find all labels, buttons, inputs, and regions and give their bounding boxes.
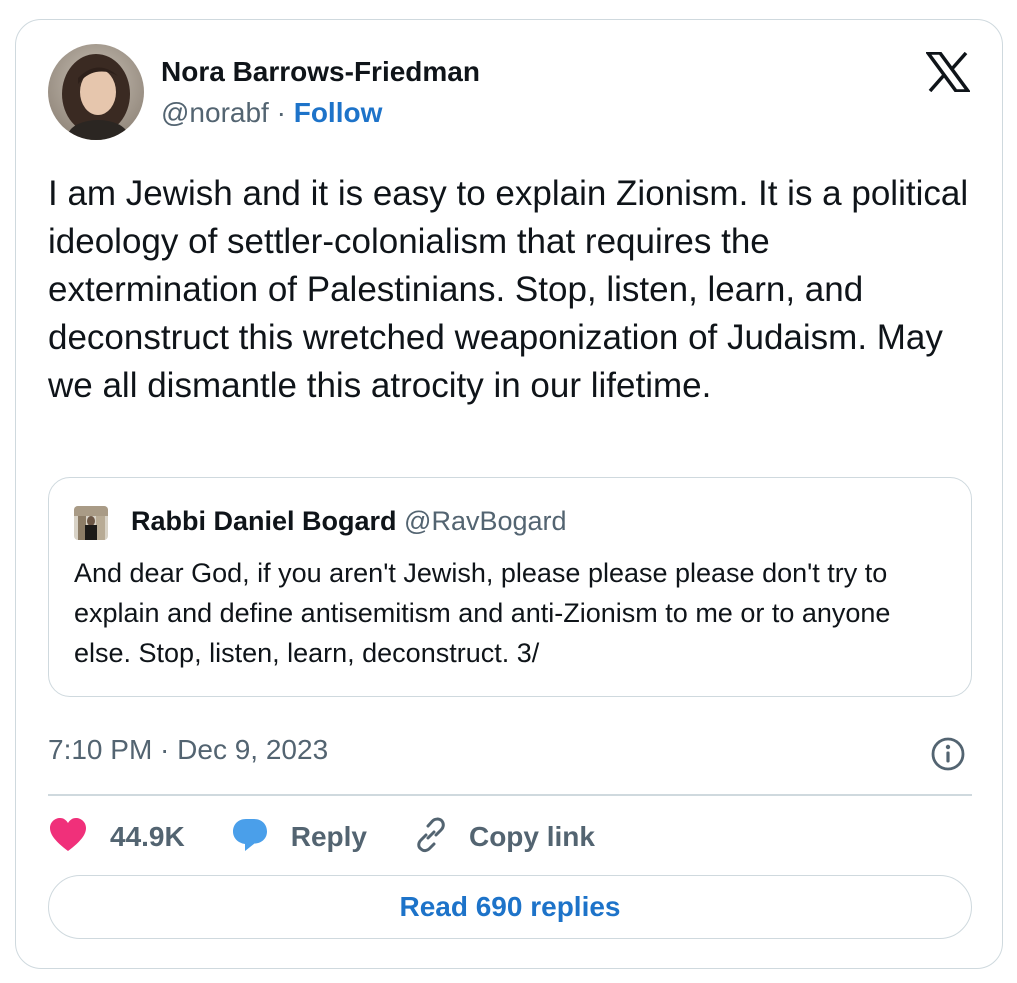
quoted-header: Rabbi Daniel Bogard @RavBogard [131, 506, 567, 537]
action-bar: 44.9K Reply Copy link [48, 812, 595, 862]
tweet-card: Nora Barrows-Friedman @norabf · Follow I… [15, 19, 1003, 969]
copy-link-button[interactable]: Copy link [413, 817, 595, 858]
speech-bubble-icon [231, 816, 269, 859]
divider [48, 794, 972, 796]
author-meta: @norabf · Follow [161, 97, 382, 129]
reply-button[interactable]: Reply [231, 816, 367, 859]
x-logo-icon[interactable] [924, 51, 972, 93]
link-icon [413, 817, 449, 858]
meta-separator: · [268, 97, 294, 128]
like-count: 44.9K [110, 821, 185, 852]
tweet-text: I am Jewish and it is easy to explain Zi… [48, 174, 969, 405]
quoted-tweet[interactable]: Rabbi Daniel Bogard @RavBogard And dear … [48, 477, 972, 697]
copy-link-label: Copy link [468, 821, 595, 852]
quoted-tweet-text: And dear God, if you aren't Jewish, plea… [74, 558, 891, 668]
author-avatar[interactable] [48, 44, 144, 140]
author-name[interactable]: Nora Barrows-Friedman [161, 56, 480, 88]
info-icon[interactable] [930, 736, 966, 772]
reply-label: Reply [290, 821, 367, 852]
heart-icon [48, 817, 88, 858]
quoted-author-name: Rabbi Daniel Bogard [131, 506, 397, 536]
read-replies-button[interactable]: Read 690 replies [48, 875, 972, 939]
author-handle[interactable]: @norabf [161, 97, 269, 128]
quoted-author-avatar [74, 506, 108, 540]
tweet-timestamp[interactable]: 7:10 PM · Dec 9, 2023 [48, 734, 328, 766]
like-button[interactable]: 44.9K [48, 817, 185, 858]
follow-link[interactable]: Follow [294, 97, 383, 128]
quoted-author-handle: @RavBogard [404, 506, 567, 536]
